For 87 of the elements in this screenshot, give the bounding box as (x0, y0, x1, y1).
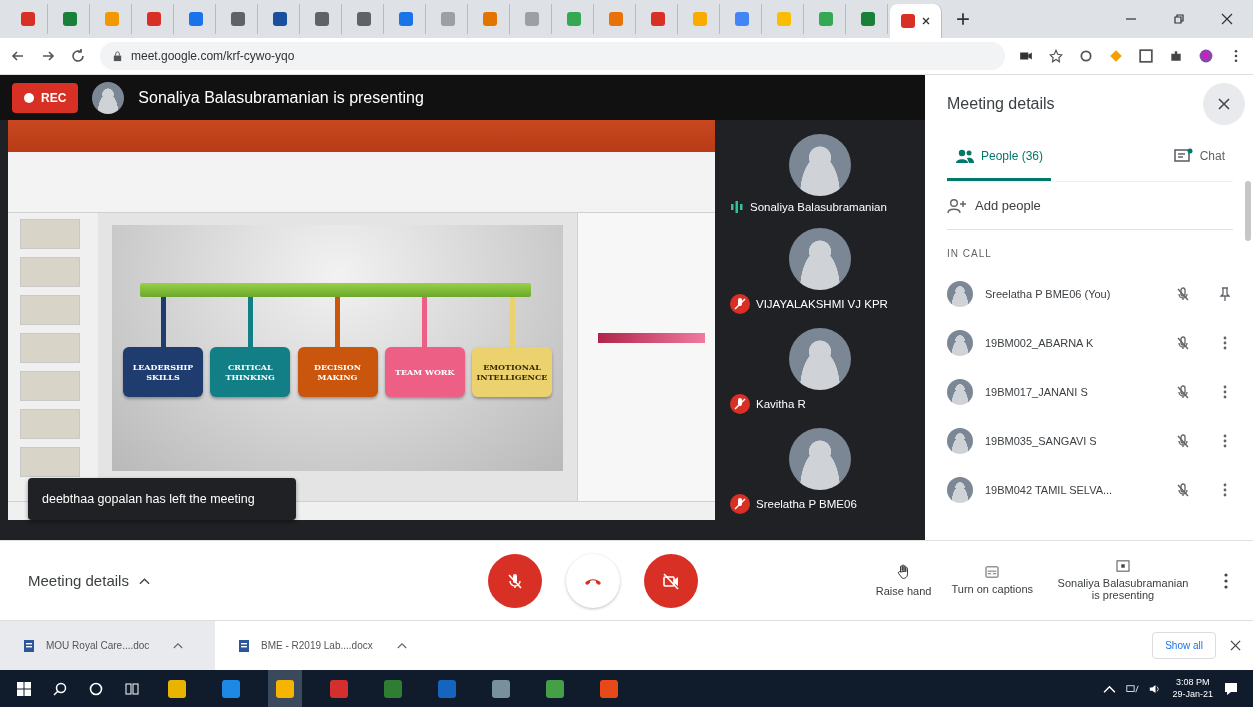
profile-icon[interactable] (1199, 49, 1213, 63)
document-icon (22, 638, 36, 653)
document-icon (237, 638, 251, 653)
caret-icon[interactable] (1103, 683, 1117, 694)
panel-tab[interactable]: People (36) (947, 133, 1052, 181)
browser-tab[interactable] (890, 4, 942, 38)
topic-box: EMOTIONAL INTELLIGENCE (472, 347, 552, 397)
avatar-icon (92, 81, 125, 114)
participant-name: Sreelatha P BME06 (756, 498, 857, 510)
mic-off-icon[interactable] (1175, 383, 1191, 400)
download-item[interactable]: MOU Royal Care....doc (46, 640, 150, 651)
windows-start-icon[interactable] (16, 680, 32, 697)
clock-time: 3:08 PM (1175, 676, 1210, 689)
reload-icon[interactable] (70, 48, 86, 64)
meeting-details-button[interactable]: Meeting details (28, 572, 488, 589)
people-icon (955, 147, 975, 164)
avatar-icon (947, 378, 973, 405)
slide-thumbnail[interactable] (20, 409, 80, 439)
notification-icon[interactable] (1223, 680, 1239, 697)
recording-button[interactable]: REC (12, 82, 79, 113)
camera-button[interactable] (644, 553, 698, 608)
pin-icon[interactable] (1217, 285, 1233, 302)
network-icon[interactable] (1126, 683, 1140, 694)
participant-name: 19BM002_ABARNA K (985, 336, 1095, 349)
presenter-text: Sonaliya Balasubramanian is presenting (138, 88, 424, 107)
panel-tab[interactable]: Chat (1165, 133, 1233, 181)
present-screen-icon (1116, 560, 1130, 572)
new-tab-icon[interactable] (956, 12, 970, 26)
captions-button[interactable]: Turn on captions (951, 566, 1033, 595)
slide-thumbnail[interactable] (20, 371, 80, 401)
clock-date: 29-Jan-21 (1172, 688, 1213, 701)
slide-thumbnail[interactable] (20, 295, 80, 325)
slide-thumbnail[interactable] (20, 219, 80, 249)
scrollbar[interactable] (1245, 181, 1251, 241)
add-person-icon (947, 197, 967, 214)
download-item[interactable]: BME - R2019 Lab....docx (261, 640, 373, 651)
participant-name: 19BM017_JANANI S (985, 385, 1089, 398)
mic-off-icon[interactable] (1175, 334, 1191, 351)
more-icon[interactable] (1223, 571, 1229, 590)
search-icon[interactable] (52, 680, 68, 697)
mic-off-icon[interactable] (1175, 481, 1191, 498)
mic-off-icon[interactable] (1175, 285, 1191, 302)
extension-icon[interactable] (1139, 49, 1153, 63)
star-icon[interactable] (1049, 49, 1063, 63)
close-icon[interactable] (1221, 13, 1233, 25)
section-label: IN CALL (947, 247, 993, 261)
participant-name: Kavitha R (756, 398, 806, 410)
lock-icon (112, 50, 123, 62)
chat-icon (1173, 147, 1194, 164)
avatar-icon (947, 476, 973, 503)
circle-icon[interactable] (88, 680, 104, 697)
participant-name: 19BM035_SANGAVI S (985, 434, 1098, 447)
participant-name: VIJAYALAKSHMI VJ KPR (756, 298, 888, 310)
presenting-button[interactable]: Sonaliya Balasubramanian is presenting (1053, 560, 1193, 601)
participant-name: Sonaliya Balasubramanian (750, 201, 887, 213)
microphone-button[interactable] (488, 553, 542, 608)
address-field[interactable]: meet.google.com/krf-cywo-yqo (100, 42, 1005, 70)
slide-thumbnail[interactable] (20, 257, 80, 287)
taskbar-app[interactable] (268, 670, 302, 707)
slide-thumbnail[interactable] (20, 333, 80, 363)
notification-toast: deebthaa gopalan has left the meeting (28, 478, 296, 520)
topic-box: TEAM WORK (384, 347, 465, 397)
avatar-icon (947, 280, 973, 307)
panel-title: Meeting details (947, 95, 1055, 113)
participant-name: 19BM042 TAMIL SELVA... (985, 483, 1114, 496)
caret-icon (138, 576, 150, 585)
task-view-icon[interactable] (124, 680, 140, 697)
topic-box: LEADERSHIP SKILLS (123, 347, 203, 397)
close-icon[interactable] (1230, 640, 1241, 651)
raise-hand-button[interactable]: Raise hand (875, 564, 932, 597)
topic-box: DECISION MAKING (297, 347, 378, 397)
close-icon (1218, 98, 1230, 110)
close-button[interactable] (1203, 83, 1245, 125)
show-all-button[interactable]: Show all (1152, 632, 1216, 659)
avatar-icon (947, 427, 973, 454)
close-icon[interactable] (920, 16, 931, 26)
slide-thumbnail[interactable] (20, 447, 80, 477)
extension-icon[interactable] (1079, 49, 1093, 63)
puzzle-icon[interactable] (1169, 49, 1183, 63)
avatar-icon (947, 329, 973, 356)
mic-off-icon[interactable] (1175, 432, 1191, 449)
add-people-button[interactable]: Add people (947, 182, 1233, 230)
hand-icon (896, 564, 911, 580)
participant-name: Sreelatha P BME06 (You) (985, 287, 1112, 300)
topic-box: CRITICAL THINKING (210, 347, 291, 397)
captions-icon (985, 566, 1000, 578)
restore-icon[interactable] (1173, 13, 1185, 25)
